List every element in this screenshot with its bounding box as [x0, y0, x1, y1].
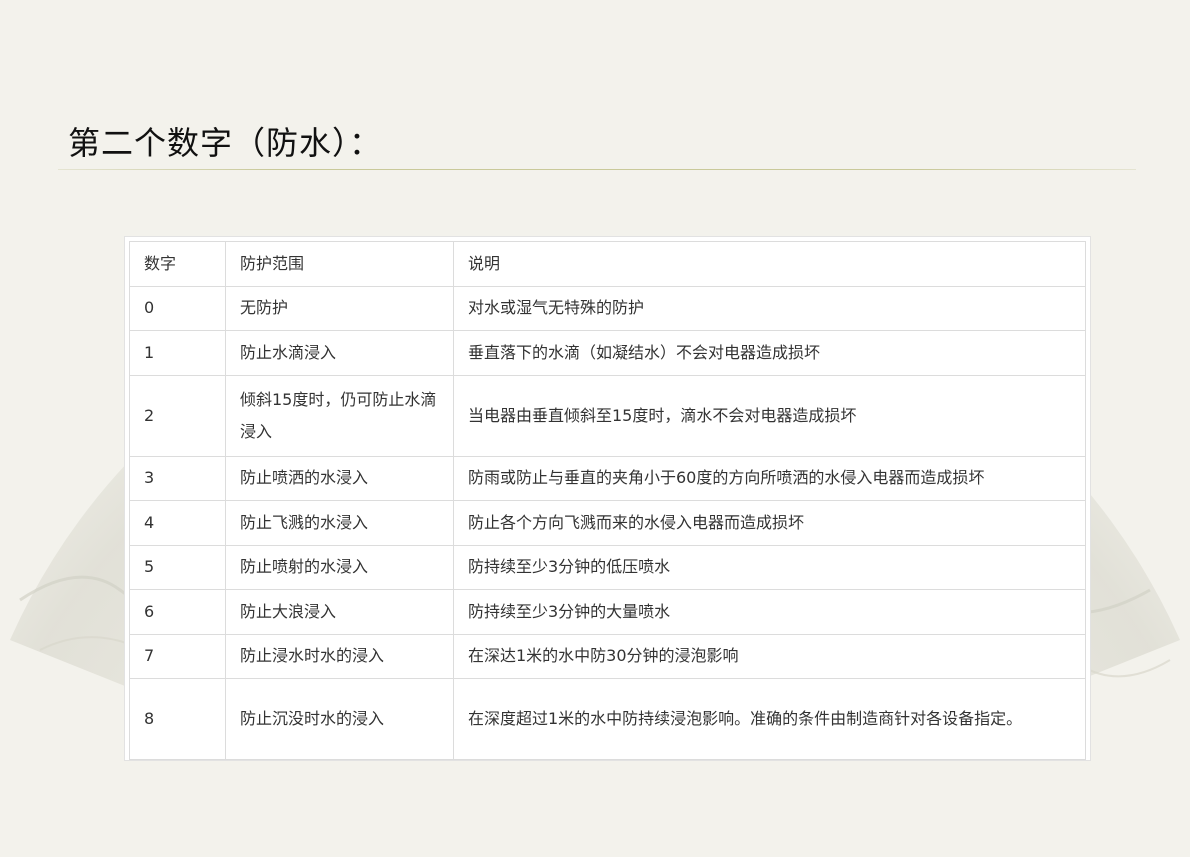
- cell-description: 对水或湿气无特殊的防护: [453, 285, 1086, 331]
- table-row: 3 防止喷洒的水浸入 防雨或防止与垂直的夹角小于60度的方向所喷洒的水侵入电器而…: [129, 455, 1086, 501]
- cell-scope: 防止飞溅的水浸入: [225, 500, 454, 546]
- cell-digit: 3: [129, 455, 226, 501]
- cell-digit: 1: [129, 330, 226, 376]
- cell-scope: 防止喷射的水浸入: [225, 544, 454, 590]
- cell-digit: 0: [129, 285, 226, 331]
- table-row: 4 防止飞溅的水浸入 防止各个方向飞溅而来的水侵入电器而造成损坏: [129, 500, 1086, 546]
- cell-digit: 6: [129, 589, 226, 635]
- cell-description: 防持续至少3分钟的低压喷水: [453, 544, 1086, 590]
- cell-digit: 7: [129, 633, 226, 679]
- table-row: 5 防止喷射的水浸入 防持续至少3分钟的低压喷水: [129, 544, 1086, 590]
- cell-scope: 防止喷洒的水浸入: [225, 455, 454, 501]
- cell-scope: 无防护: [225, 285, 454, 331]
- cell-digit: 8: [129, 678, 226, 760]
- cell-description: 垂直落下的水滴（如凝结水）不会对电器造成损坏: [453, 330, 1086, 376]
- waterproof-table: 数字 防护范围 说明 0 无防护 对水或湿气无特殊的防护 1 防止水滴浸入 垂直…: [129, 241, 1086, 760]
- cell-description: 防止各个方向飞溅而来的水侵入电器而造成损坏: [453, 500, 1086, 546]
- table-row: 8 防止沉没时水的浸入 在深度超过1米的水中防持续浸泡影响。准确的条件由制造商针…: [129, 678, 1086, 760]
- header-scope: 防护范围: [225, 241, 454, 287]
- table-row: 2 倾斜15度时，仍可防止水滴浸入 当电器由垂直倾斜至15度时，滴水不会对电器造…: [129, 374, 1086, 457]
- waterproof-table-container: 数字 防护范围 说明 0 无防护 对水或湿气无特殊的防护 1 防止水滴浸入 垂直…: [124, 236, 1091, 761]
- table-row: 1 防止水滴浸入 垂直落下的水滴（如凝结水）不会对电器造成损坏: [129, 330, 1086, 376]
- cell-description: 在深达1米的水中防30分钟的浸泡影响: [453, 633, 1086, 679]
- header-digit: 数字: [129, 241, 226, 287]
- cell-description: 当电器由垂直倾斜至15度时，滴水不会对电器造成损坏: [453, 374, 1086, 457]
- table-row: 0 无防护 对水或湿气无特殊的防护: [129, 285, 1086, 331]
- table-header-row: 数字 防护范围 说明: [129, 241, 1086, 287]
- cell-scope: 倾斜15度时，仍可防止水滴浸入: [225, 374, 454, 457]
- cell-scope: 防止水滴浸入: [225, 330, 454, 376]
- cell-digit: 4: [129, 500, 226, 546]
- cell-description: 防持续至少3分钟的大量喷水: [453, 589, 1086, 635]
- cell-digit: 5: [129, 544, 226, 590]
- cell-digit: 2: [129, 374, 226, 457]
- slide-title: 第二个数字（防水）：: [68, 124, 383, 162]
- table-row: 7 防止浸水时水的浸入 在深达1米的水中防30分钟的浸泡影响: [129, 633, 1086, 679]
- title-divider: [58, 169, 1136, 170]
- cell-description: 防雨或防止与垂直的夹角小于60度的方向所喷洒的水侵入电器而造成损坏: [453, 455, 1086, 501]
- cell-scope: 防止大浪浸入: [225, 589, 454, 635]
- cell-description: 在深度超过1米的水中防持续浸泡影响。准确的条件由制造商针对各设备指定。: [453, 678, 1086, 760]
- header-description: 说明: [453, 241, 1086, 287]
- cell-scope: 防止浸水时水的浸入: [225, 633, 454, 679]
- table-row: 6 防止大浪浸入 防持续至少3分钟的大量喷水: [129, 589, 1086, 635]
- cell-scope: 防止沉没时水的浸入: [225, 678, 454, 760]
